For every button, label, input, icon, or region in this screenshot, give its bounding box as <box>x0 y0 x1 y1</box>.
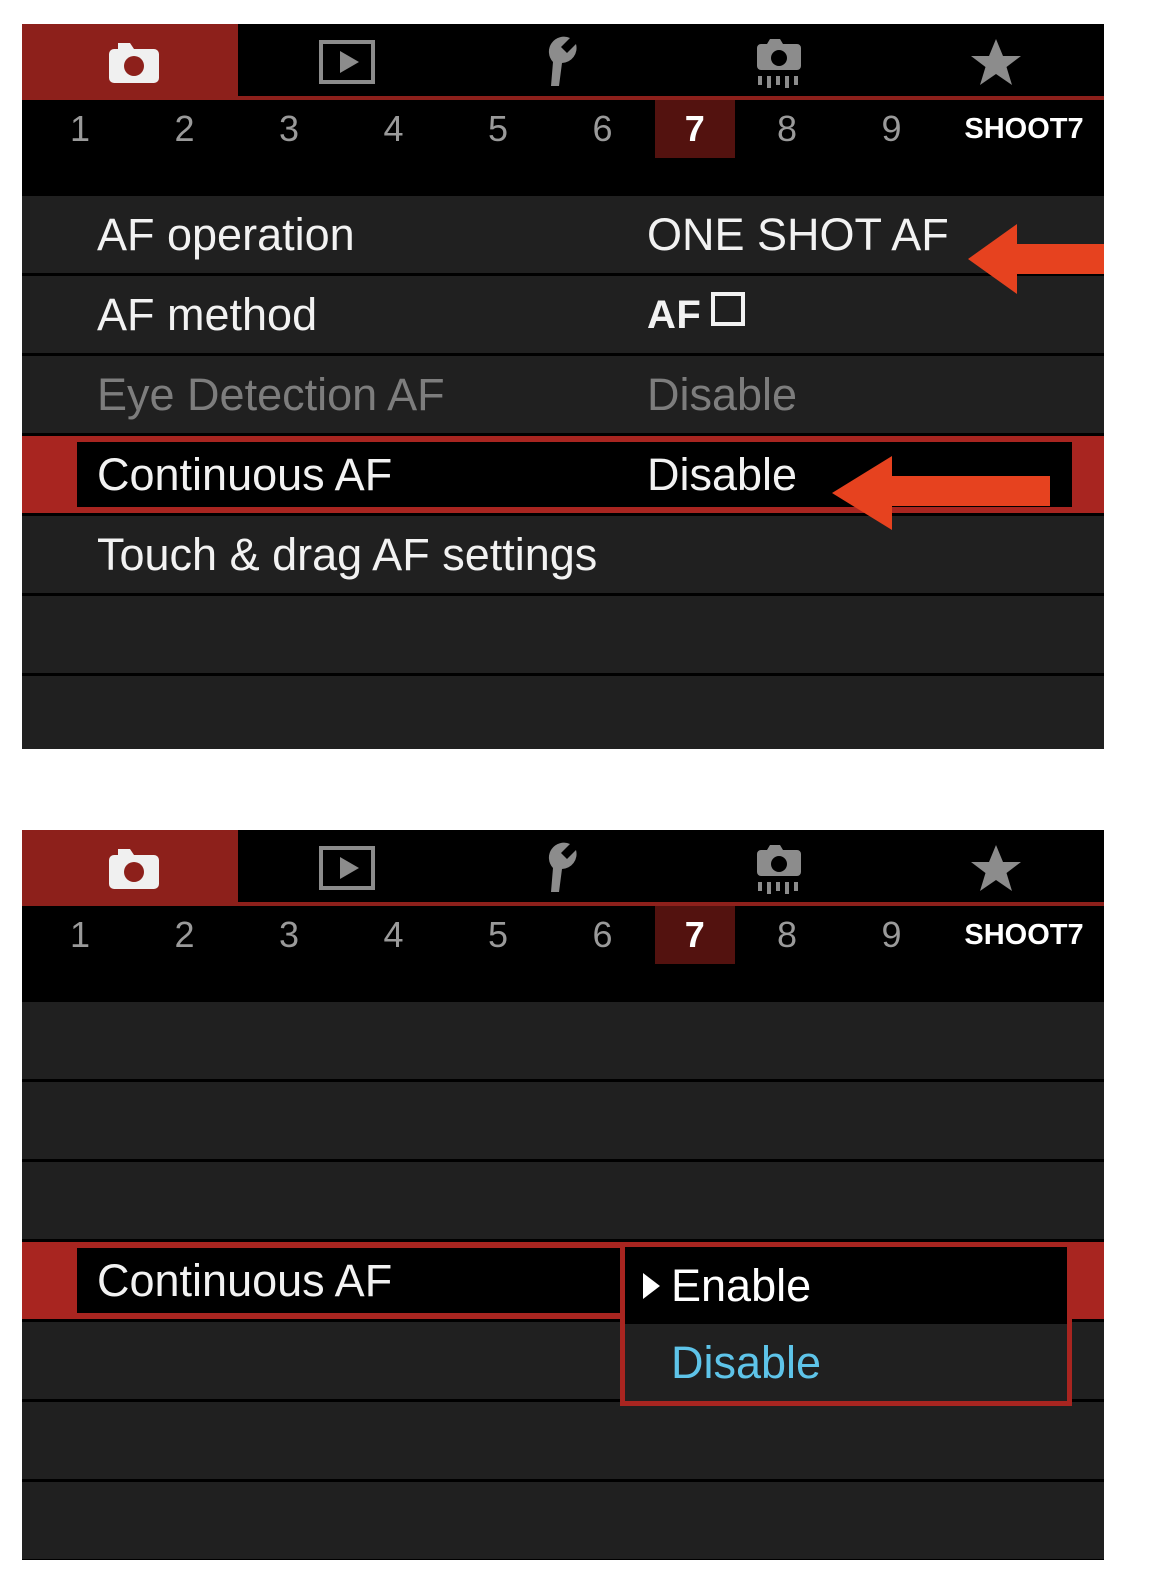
tab-setup[interactable] <box>455 24 671 100</box>
page-7[interactable]: 7 <box>655 100 735 158</box>
menu-top-gap-1 <box>22 158 1104 196</box>
menu-row-touch-drag-af-settings[interactable]: Touch & drag AF settings <box>22 516 1104 596</box>
tab-bar-2 <box>22 830 1104 906</box>
page-4[interactable]: 4 <box>342 906 447 964</box>
tab-custom-functions[interactable] <box>671 830 887 906</box>
continuous-af-dropdown: Enable Disable <box>620 1242 1072 1406</box>
star-icon <box>969 36 1023 88</box>
af-point-square-icon <box>711 291 746 326</box>
menu-row-empty <box>22 1402 1104 1482</box>
page-2[interactable]: 2 <box>133 100 238 158</box>
page-9[interactable]: 9 <box>840 100 945 158</box>
menu-row-empty <box>22 1002 1104 1082</box>
menu-top-gap-2 <box>22 964 1104 1002</box>
camera-icon <box>98 37 162 87</box>
custom-camera-icon <box>750 34 808 90</box>
tab-setup[interactable] <box>455 830 671 906</box>
menu-item-value: Disable <box>647 448 798 500</box>
menu-row-eye-detection-af[interactable]: Eye Detection AF Disable <box>22 356 1104 436</box>
menu-item-value: AF <box>647 291 746 338</box>
menu-item-label: Touch & drag AF settings <box>97 528 598 580</box>
tab-my-menu[interactable] <box>888 24 1104 100</box>
menu-row-empty <box>22 1482 1104 1560</box>
menu-row-empty <box>22 1082 1104 1162</box>
tab-shooting[interactable] <box>22 830 239 906</box>
menu-row-af-method[interactable]: AF method AF <box>22 276 1104 356</box>
dropdown-option-enable[interactable]: Enable <box>625 1247 1067 1324</box>
dropdown-option-label: Enable <box>671 1259 812 1311</box>
tab-shooting[interactable] <box>22 24 239 100</box>
menu-item-value: ONE SHOT AF <box>647 208 949 260</box>
page-4[interactable]: 4 <box>342 100 447 158</box>
menu-item-label: AF method <box>97 288 318 340</box>
page-label: SHOOT7 <box>964 112 1084 145</box>
dropdown-option-label: Disable <box>671 1336 822 1388</box>
page-2[interactable]: 2 <box>133 906 238 964</box>
menu-item-value: Disable <box>647 368 798 420</box>
page-bar-1: 1 2 3 4 5 6 7 8 9 SHOOT7 <box>22 100 1104 158</box>
wrench-icon <box>540 842 586 894</box>
tab-custom-functions[interactable] <box>671 24 887 100</box>
camera-icon <box>98 843 162 893</box>
menu-item-label: Continuous AF <box>97 1254 393 1306</box>
camera-menu-screen-2: 1 2 3 4 5 6 7 8 9 SHOOT7 Continuous AF E… <box>22 830 1104 1560</box>
page-6[interactable]: 6 <box>551 906 656 964</box>
menu-row-af-operation[interactable]: AF operation ONE SHOT AF <box>22 196 1104 276</box>
tab-playback[interactable] <box>238 24 454 100</box>
menu-row-continuous-af[interactable]: Continuous AF Disable <box>22 436 1104 516</box>
page-7[interactable]: 7 <box>655 906 735 964</box>
star-icon <box>969 842 1023 894</box>
menu-row-empty <box>22 596 1104 676</box>
page-3[interactable]: 3 <box>237 906 342 964</box>
playback-icon <box>318 845 376 891</box>
camera-menu-screen-1: 1 2 3 4 5 6 7 8 9 SHOOT7 AF operation ON… <box>22 24 1104 749</box>
page-bar-2: 1 2 3 4 5 6 7 8 9 SHOOT7 <box>22 906 1104 964</box>
menu-item-label: AF operation <box>97 208 355 260</box>
menu-row-continuous-af-open[interactable]: Continuous AF Enable Disable <box>22 1242 1104 1406</box>
custom-camera-icon <box>750 840 808 896</box>
wrench-icon <box>540 36 586 88</box>
page-5[interactable]: 5 <box>446 100 551 158</box>
menu-item-label: Continuous AF <box>97 448 393 500</box>
page-3[interactable]: 3 <box>237 100 342 158</box>
tab-my-menu[interactable] <box>888 830 1104 906</box>
menu-rows-2: Continuous AF Enable Disable <box>22 1002 1104 1560</box>
playback-icon <box>318 39 376 85</box>
menu-rows-1: AF operation ONE SHOT AF AF method AF Ey… <box>22 196 1104 749</box>
menu-row-empty <box>22 676 1104 749</box>
tab-playback[interactable] <box>238 830 454 906</box>
dropdown-option-disable[interactable]: Disable <box>625 1324 1067 1401</box>
menu-row-empty <box>22 1162 1104 1242</box>
tab-bar-1 <box>22 24 1104 100</box>
page-1[interactable]: 1 <box>28 906 133 964</box>
page-8[interactable]: 8 <box>735 100 840 158</box>
page-label: SHOOT7 <box>964 918 1084 951</box>
menu-item-label: Eye Detection AF <box>97 368 445 420</box>
page-5[interactable]: 5 <box>446 906 551 964</box>
page-6[interactable]: 6 <box>551 100 656 158</box>
page-9[interactable]: 9 <box>840 906 945 964</box>
caret-right-icon <box>643 1272 660 1299</box>
page-1[interactable]: 1 <box>28 100 133 158</box>
page-8[interactable]: 8 <box>735 906 840 964</box>
